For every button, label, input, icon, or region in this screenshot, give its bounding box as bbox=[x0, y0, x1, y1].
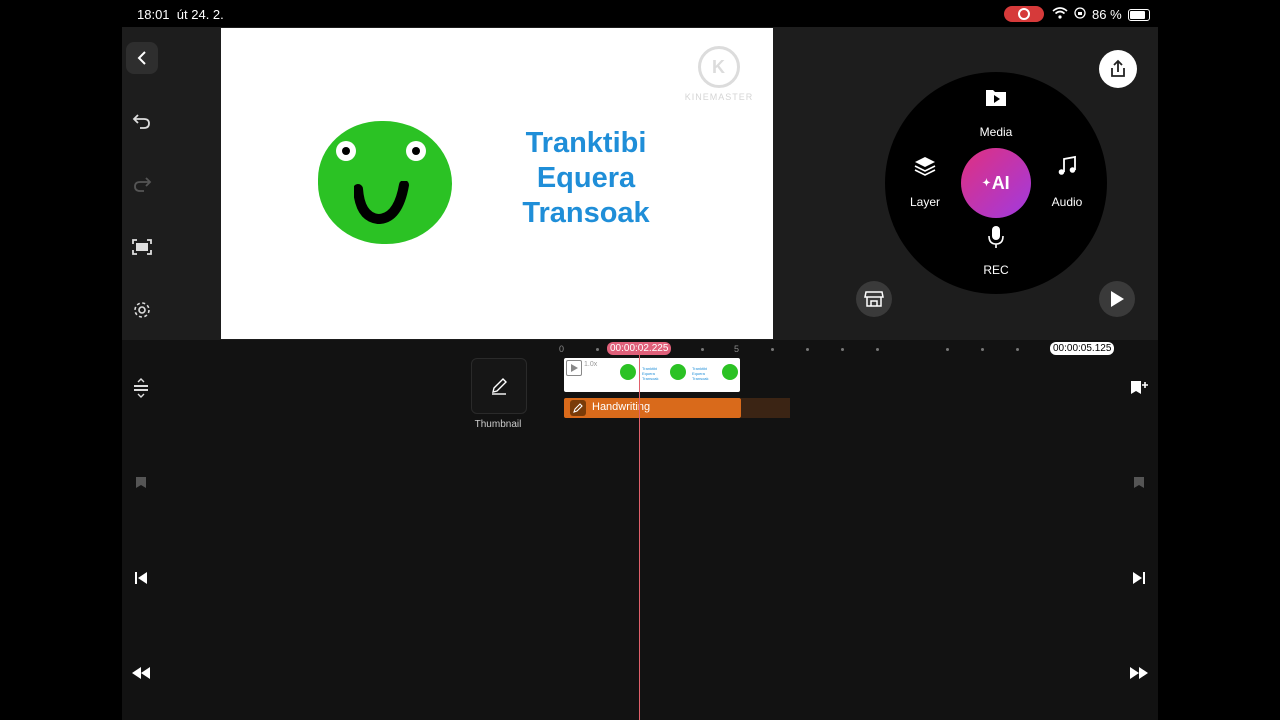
media-icon bbox=[986, 90, 1006, 106]
store-icon bbox=[864, 291, 884, 307]
ruler-tick bbox=[946, 348, 949, 351]
ruler-tick bbox=[806, 348, 809, 351]
ruler-tick bbox=[876, 348, 879, 351]
gear-icon bbox=[134, 302, 150, 318]
play-icon bbox=[1111, 291, 1124, 307]
handwriting-layer-label: Handwriting bbox=[592, 401, 651, 413]
battery-icon bbox=[1127, 8, 1150, 21]
export-button[interactable] bbox=[1099, 50, 1137, 88]
clip-frame-text: Tranktibi Equera Transoak bbox=[692, 366, 709, 381]
preview-title-line-1: Tranktibi bbox=[525, 127, 647, 159]
thumbnail-button[interactable] bbox=[471, 358, 527, 414]
skip-start-icon bbox=[135, 572, 147, 584]
status-time: 18:01 bbox=[137, 7, 170, 22]
ruler-tick bbox=[701, 348, 704, 351]
expand-vertical-icon bbox=[134, 378, 148, 398]
preview-title-line-3: Transoak bbox=[522, 197, 650, 229]
asset-store-button[interactable] bbox=[856, 281, 892, 317]
play-button[interactable] bbox=[1099, 281, 1135, 317]
ai-button[interactable]: ✦ AI bbox=[961, 148, 1031, 218]
skip-end-icon bbox=[1133, 572, 1145, 584]
fast-forward-button[interactable] bbox=[1127, 661, 1151, 685]
frog-right-eye bbox=[406, 141, 426, 161]
ruler-tick bbox=[771, 348, 774, 351]
thumbnail-label: Thumbnail bbox=[474, 419, 522, 430]
redo-button[interactable] bbox=[126, 168, 158, 200]
fast-forward-icon bbox=[1130, 667, 1148, 679]
microphone-icon bbox=[988, 226, 1004, 248]
bookmark-add-icon bbox=[1131, 381, 1148, 394]
status-right: 86 % bbox=[1052, 7, 1150, 22]
clip-frame-text: Tranktibi Equera Transoak bbox=[642, 366, 659, 381]
total-duration: 00:00:05.125 bbox=[1050, 342, 1115, 355]
previous-marker-button[interactable] bbox=[129, 471, 153, 495]
video-preview[interactable]: Tranktibi Equera Transoak K KINEMASTER bbox=[221, 28, 773, 339]
status-time-date: 18:01 út 24. 2. bbox=[137, 7, 224, 22]
status-date: út 24. 2. bbox=[176, 7, 224, 22]
playhead[interactable] bbox=[639, 350, 640, 720]
clip-caption-line-3: Transoak bbox=[642, 376, 659, 381]
clip-frame-thumbnail bbox=[670, 364, 686, 380]
layer-bar-extension bbox=[741, 398, 790, 418]
clip-play-icon bbox=[566, 360, 582, 376]
bookmark-next-icon bbox=[1134, 477, 1144, 488]
frog-drawing bbox=[318, 121, 452, 244]
sparkle-icon: ✦ bbox=[982, 177, 991, 189]
audio-button[interactable]: Audio bbox=[1037, 154, 1097, 209]
ruler-mark-0: 0 bbox=[559, 344, 565, 354]
video-clip[interactable]: 1.0x Tranktibi Equera Transoak Tranktibi… bbox=[564, 358, 740, 392]
layers-icon bbox=[914, 157, 936, 176]
media-button[interactable]: Media bbox=[966, 86, 1026, 139]
frog-left-eye bbox=[336, 141, 356, 161]
ruler-tick bbox=[841, 348, 844, 351]
add-marker-button[interactable] bbox=[1127, 376, 1151, 400]
orientation-lock-icon bbox=[1074, 7, 1086, 22]
settings-button[interactable] bbox=[126, 294, 158, 326]
layer-label: Layer bbox=[909, 195, 941, 209]
ruler-tick bbox=[1016, 348, 1019, 351]
handwriting-pen-icon bbox=[570, 400, 586, 416]
redo-icon bbox=[134, 177, 152, 192]
kinemaster-watermark: K KINEMASTER bbox=[679, 46, 759, 102]
rewind-icon bbox=[132, 667, 150, 679]
ruler-tick bbox=[981, 348, 984, 351]
preview-title: Tranktibi Equera Transoak bbox=[491, 126, 681, 231]
jump-to-start-button[interactable] bbox=[129, 566, 153, 590]
music-note-icon bbox=[1058, 155, 1076, 175]
back-button[interactable] bbox=[126, 42, 158, 74]
fullscreen-button[interactable] bbox=[126, 231, 158, 263]
audio-label: Audio bbox=[1051, 195, 1083, 209]
ai-label: AI bbox=[991, 172, 1010, 193]
bookmark-prev-icon bbox=[136, 477, 146, 488]
screen-recording-indicator bbox=[1004, 6, 1044, 22]
timeline-area[interactable] bbox=[122, 340, 1158, 720]
rec-button[interactable]: REC bbox=[966, 224, 1026, 277]
ruler-tick bbox=[596, 348, 599, 351]
undo-icon bbox=[132, 114, 150, 129]
handwriting-layer[interactable] bbox=[564, 398, 741, 418]
clip-caption-line-3: Transoak bbox=[692, 376, 709, 381]
jump-to-end-button[interactable] bbox=[1127, 566, 1151, 590]
battery-percent: 86 % bbox=[1092, 7, 1122, 22]
next-marker-button[interactable] bbox=[1127, 471, 1151, 495]
pencil-icon bbox=[492, 378, 507, 395]
fullscreen-icon bbox=[132, 239, 152, 255]
clip-frame-thumbnail bbox=[722, 364, 738, 380]
chevron-left-icon bbox=[137, 51, 146, 65]
timeline-expand-button[interactable] bbox=[129, 376, 153, 400]
clip-frame-thumbnail bbox=[620, 364, 636, 380]
ruler-mark-5: 5 bbox=[734, 344, 740, 354]
preview-title-line-2: Equera bbox=[536, 162, 636, 194]
rec-label: REC bbox=[983, 263, 1009, 277]
share-icon bbox=[1111, 59, 1125, 77]
watermark-text: KINEMASTER bbox=[684, 92, 754, 102]
rewind-button[interactable] bbox=[129, 661, 153, 685]
undo-button[interactable] bbox=[126, 105, 158, 137]
wifi-icon bbox=[1052, 7, 1068, 22]
frog-mouth bbox=[354, 181, 409, 225]
kinemaster-logo-icon: K bbox=[698, 46, 740, 88]
layer-button[interactable]: Layer bbox=[895, 154, 955, 209]
media-label: Media bbox=[979, 125, 1013, 139]
clip-speed: 1.0x bbox=[584, 361, 598, 368]
